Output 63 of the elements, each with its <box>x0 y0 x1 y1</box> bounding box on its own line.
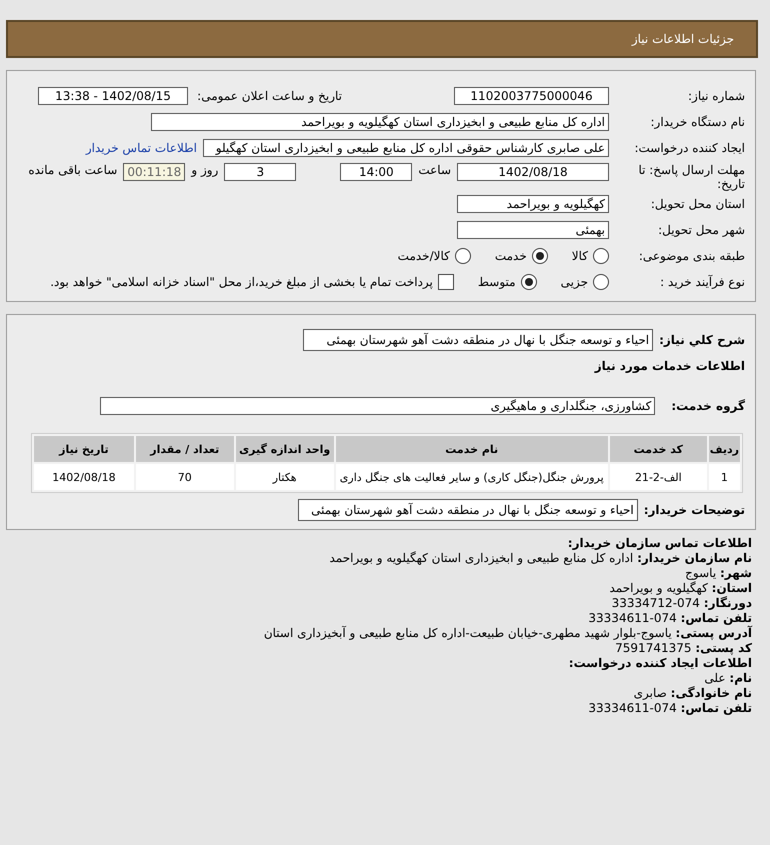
service-group-field: کشاورزی، جنگلداری و ماهیگیری <box>100 397 656 415</box>
field-label: شماره نیاز: <box>687 89 745 103</box>
field-label: نوع فرآیند خرید : <box>659 275 745 289</box>
creator-field: علی صابری کارشناس حقوقی اداره کل منابع طبیعی و ابخیزداری استان کهگیلو <box>203 139 609 157</box>
checkbox[interactable] <box>438 274 454 290</box>
remaining-label: ساعت باقی مانده <box>28 163 118 177</box>
column-header: کد خدمت <box>610 436 707 462</box>
radio-label: کالا <box>572 249 588 263</box>
radio-button[interactable] <box>593 248 609 264</box>
page-header: جزئیات اطلاعات نیاز <box>6 20 758 58</box>
radio-button[interactable] <box>454 248 471 264</box>
need-number-field: 1102003775000046 <box>454 87 609 105</box>
province-field: کهگیلویه و بویراحمد <box>457 195 609 213</box>
buyer-notes-field: احیاء و توسعه جنگل با نهال در منطقه دشت آهو شهرستان بهمئی <box>298 499 638 521</box>
field-label: شهر محل تحویل: <box>657 223 745 237</box>
contact-heading: اطلاعات تماس سازمان خریدار: <box>568 536 752 550</box>
city-field: بهمئی <box>457 221 609 239</box>
radio-label: متوسط <box>478 275 516 289</box>
buyer-org-field: اداره کل منابع طبیعی و ابخیزداری استان کهگیلویه و بویراحمد <box>151 113 609 131</box>
radio-button[interactable] <box>520 274 537 290</box>
announce-date-field: 1402/08/15 - 13:38 <box>38 87 188 105</box>
contact-line: نام: علی <box>703 671 752 686</box>
time-label: ساعت <box>418 163 451 177</box>
column-header: تعداد / مقدار <box>136 436 234 462</box>
contact-line: نام سازمان خریدار: اداره کل منابع طبیعی و ابخیزداری استان کهگیلویه و بویراحمد <box>328 551 752 566</box>
field-label: ایجاد کننده درخواست: <box>633 141 745 155</box>
days-field: 3 <box>224 163 296 181</box>
field-label: استان محل تحویل: <box>650 197 745 211</box>
field-label: گروه خدمت: <box>671 399 745 413</box>
buyer-contact-link[interactable]: اطلاعات تماس خریدار <box>86 141 197 155</box>
table-cell: پرورش جنگل(جنگل کاری) و سایر فعالیت های جنگل داری <box>336 464 608 490</box>
field-label: مهلت ارسال پاسخ: تا تاریخ: <box>637 163 745 191</box>
radio-button[interactable] <box>532 248 548 264</box>
contact-line: شهر: یاسوج <box>684 566 752 581</box>
column-header: ردیف <box>708 436 740 462</box>
deadline-time-field: 14:00 <box>340 163 412 181</box>
contact-line: آدرس پستی: یاسوج-بلوار شهید مطهری-خیابان طبیعت-اداره کل منابع طبیعی و آبخیزداری استان <box>262 626 752 641</box>
radio-label: جزیی <box>560 275 588 289</box>
column-header: واحد اندازه گیری <box>236 436 334 462</box>
days-label: روز و <box>191 163 218 177</box>
table-cell: 1 <box>708 464 740 490</box>
table-cell: 70 <box>136 464 234 490</box>
section-title: اطلاعات خدمات مورد نیاز <box>594 359 745 373</box>
contact-line: نام خانوادگی: صابری <box>632 686 752 701</box>
table-cell: هکتار <box>236 464 334 490</box>
deadline-date-field: 1402/08/18 <box>457 163 609 181</box>
description-field: احیاء و توسعه جنگل با نهال در منطقه دشت آهو شهرستان بهمئی <box>303 329 654 351</box>
field-label: تاریخ و ساعت اعلان عمومی: <box>196 89 342 103</box>
table-cell: 1402/08/18 <box>34 464 134 490</box>
radio-button[interactable] <box>593 274 609 290</box>
field-label: شرح کلي نیاز: <box>659 333 745 347</box>
contact-line: استان: کهگیلویه و بویراحمد <box>608 581 752 596</box>
field-label: نام دستگاه خریدار: <box>650 115 745 129</box>
table-cell: الف-2-21 <box>610 464 707 490</box>
remaining-time-field: 00:11:18 <box>123 163 186 181</box>
contact-heading: اطلاعات ایجاد کننده درخواست: <box>568 656 752 670</box>
radio-label: خدمت <box>494 249 527 263</box>
radio-label: کالا/خدمت <box>398 249 450 263</box>
column-header: نام خدمت <box>336 436 608 462</box>
checkbox-label: پرداخت تمام یا بخشی از مبلغ خرید،از محل "اسناد خزانه اسلامی" خواهد بود. <box>50 275 433 289</box>
field-label: طبقه بندی موضوعی: <box>638 249 745 263</box>
column-header: تاریخ نیاز <box>34 436 134 462</box>
field-label: توضیحات خریدار: <box>644 503 745 517</box>
